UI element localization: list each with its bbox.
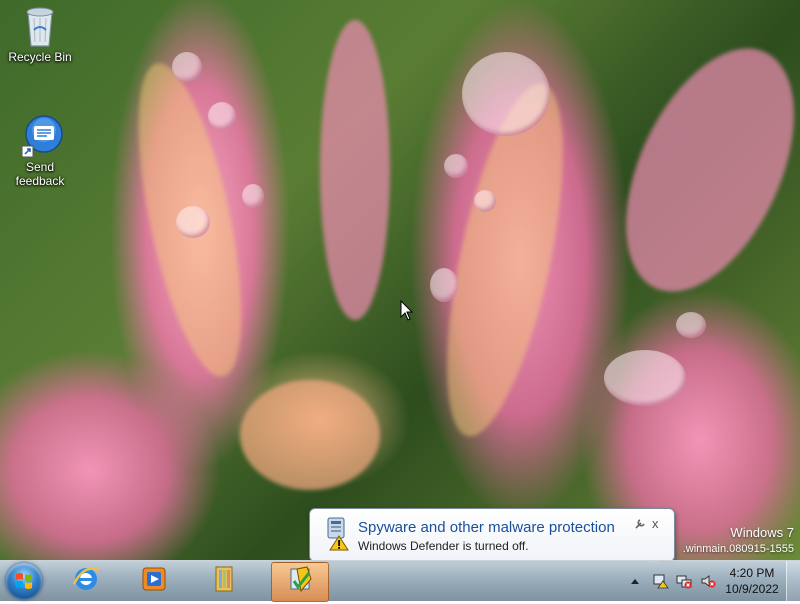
taskbar-file-explorer[interactable] bbox=[196, 562, 252, 600]
water-drop bbox=[208, 102, 236, 130]
volume-muted-icon[interactable] bbox=[700, 573, 716, 589]
taskbar-internet-explorer[interactable] bbox=[58, 562, 114, 600]
water-drop bbox=[176, 206, 210, 238]
water-drop bbox=[462, 52, 550, 136]
internet-explorer-icon bbox=[71, 564, 101, 599]
taskbar-action-center[interactable] bbox=[271, 562, 329, 602]
desktop-icon-recycle-bin[interactable]: Recycle Bin bbox=[0, 4, 80, 64]
action-center-icon bbox=[285, 565, 315, 600]
taskbar: 4:20 PM 10/9/2022 bbox=[0, 560, 800, 602]
system-clock[interactable]: 4:20 PM 10/9/2022 bbox=[722, 565, 782, 597]
send-feedback-label-line2: feedback bbox=[15, 174, 65, 188]
wallpaper-petal bbox=[591, 22, 800, 318]
watermark-line1: Windows 7 bbox=[730, 525, 794, 540]
desktop-icon-send-feedback[interactable]: Send feedback bbox=[0, 114, 80, 188]
windows-start-orb-icon[interactable] bbox=[6, 563, 42, 599]
show-desktop-button[interactable] bbox=[786, 561, 800, 601]
water-drop bbox=[172, 52, 202, 82]
build-watermark: Windows 7 .winmain.080915-1555 bbox=[683, 524, 794, 556]
water-drop bbox=[604, 350, 686, 406]
library-folder-icon bbox=[209, 564, 239, 599]
close-icon[interactable]: x bbox=[652, 516, 659, 531]
send-feedback-label-line1: Send bbox=[25, 160, 55, 174]
wrench-icon[interactable] bbox=[634, 518, 646, 533]
media-player-icon bbox=[139, 564, 169, 599]
water-drop bbox=[676, 312, 706, 338]
mouse-cursor-icon bbox=[400, 299, 414, 327]
wallpaper-petal bbox=[320, 20, 390, 320]
notification-message: Windows Defender is turned off. bbox=[358, 539, 529, 553]
action-center-flag-icon[interactable] bbox=[653, 573, 669, 589]
feedback-icon bbox=[20, 114, 63, 158]
windows-defender-icon bbox=[326, 516, 352, 557]
clock-date: 10/9/2022 bbox=[725, 582, 779, 596]
wallpaper-petal bbox=[240, 380, 380, 490]
taskbar-media-player[interactable] bbox=[126, 562, 182, 600]
defender-notification-balloon[interactable]: Spyware and other malware protection Win… bbox=[309, 508, 675, 562]
water-drop bbox=[430, 268, 458, 302]
watermark-line2: .winmain.080915-1555 bbox=[682, 543, 794, 555]
notification-title[interactable]: Spyware and other malware protection bbox=[358, 519, 615, 536]
recycle-bin-label: Recycle Bin bbox=[8, 50, 72, 64]
water-drop bbox=[444, 154, 468, 178]
water-drop bbox=[474, 190, 496, 212]
clock-time: 4:20 PM bbox=[729, 566, 775, 580]
water-drop bbox=[242, 184, 264, 208]
network-icon[interactable] bbox=[676, 573, 692, 589]
desktop-wallpaper bbox=[0, 0, 800, 560]
recycle-bin-icon bbox=[20, 4, 60, 48]
show-hidden-icons-arrow[interactable] bbox=[629, 573, 645, 589]
